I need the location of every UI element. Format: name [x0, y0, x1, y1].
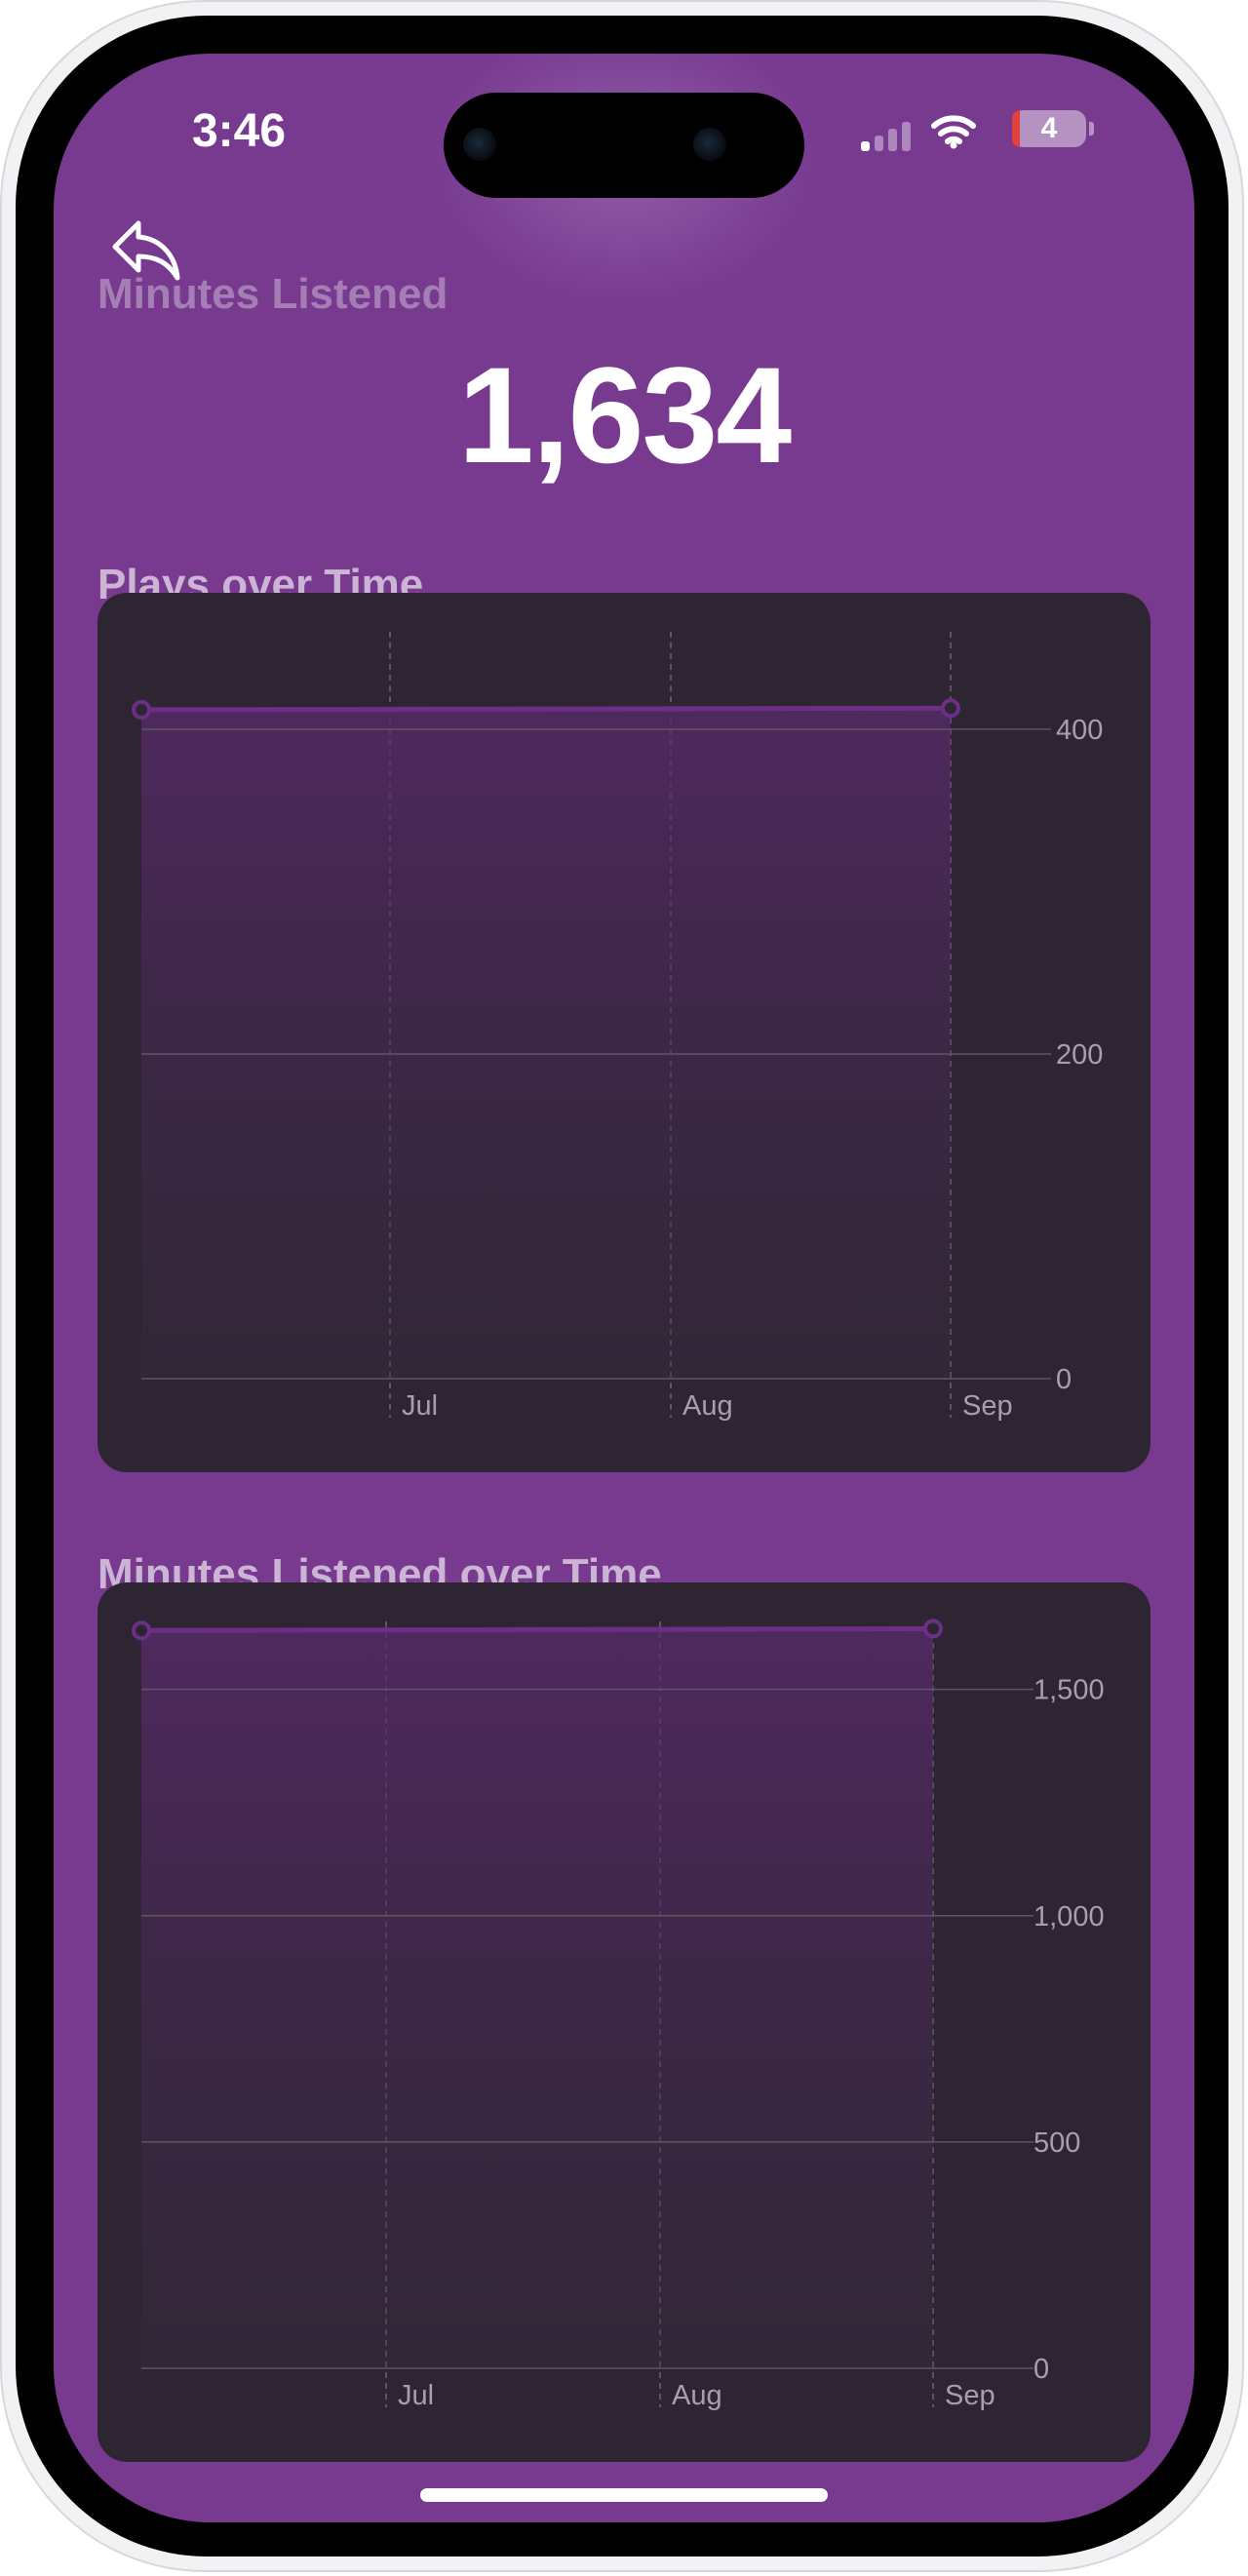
home-indicator[interactable] — [420, 2488, 828, 2502]
plays-chart: Jul Aug Sep 0 200 400 — [132, 632, 1103, 1422]
y-tick-label: 400 — [1056, 715, 1103, 746]
series-area — [141, 708, 951, 1379]
series-point — [941, 698, 960, 719]
x-tick-label: Aug — [682, 1390, 733, 1422]
battery-cap — [1089, 122, 1094, 136]
x-tick-label: Jul — [398, 2380, 434, 2411]
series-point — [132, 1620, 151, 1641]
y-tick-label: 1,500 — [1034, 1675, 1105, 1706]
x-tick-label: Jul — [402, 1390, 438, 1422]
header-faded-title: Minutes Listened — [98, 270, 448, 318]
x-tick-label: Sep — [945, 2380, 995, 2411]
app-screen: 3:46 4 Minutes Listened 1,634 Plays over… — [54, 54, 1194, 2522]
series-line — [140, 705, 952, 713]
x-tick-label: Aug — [672, 2380, 722, 2411]
sensor-icon — [693, 128, 726, 161]
plays-chart-card: Jul Aug Sep 0 200 400 — [98, 593, 1150, 1472]
battery-low-marker — [1012, 110, 1020, 147]
y-tick-label: 0 — [1056, 1364, 1072, 1395]
cellular-signal-icon — [861, 120, 919, 151]
camera-icon — [463, 128, 496, 161]
y-tick-label: 200 — [1056, 1039, 1103, 1071]
status-time: 3:46 — [191, 105, 287, 157]
y-tick-label: 1,000 — [1034, 1901, 1105, 1932]
minutes-chart: Jul Aug Sep 0 500 1,000 1,500 — [132, 1619, 1105, 2411]
total-minutes-value: 1,634 — [457, 338, 792, 491]
x-tick-label: Sep — [962, 1390, 1013, 1422]
minutes-chart-card: Jul Aug Sep 0 500 1,000 1,500 — [98, 1582, 1150, 2462]
dynamic-island — [444, 93, 804, 198]
series-point — [132, 699, 151, 720]
y-tick-label: 0 — [1034, 2354, 1049, 2385]
series-point — [923, 1619, 943, 1639]
wifi-icon — [931, 115, 976, 149]
y-tick-label: 500 — [1034, 2127, 1080, 2159]
battery-indicator: 4 — [1012, 110, 1086, 147]
series-area — [141, 1628, 933, 2368]
series-line — [140, 1625, 934, 1633]
